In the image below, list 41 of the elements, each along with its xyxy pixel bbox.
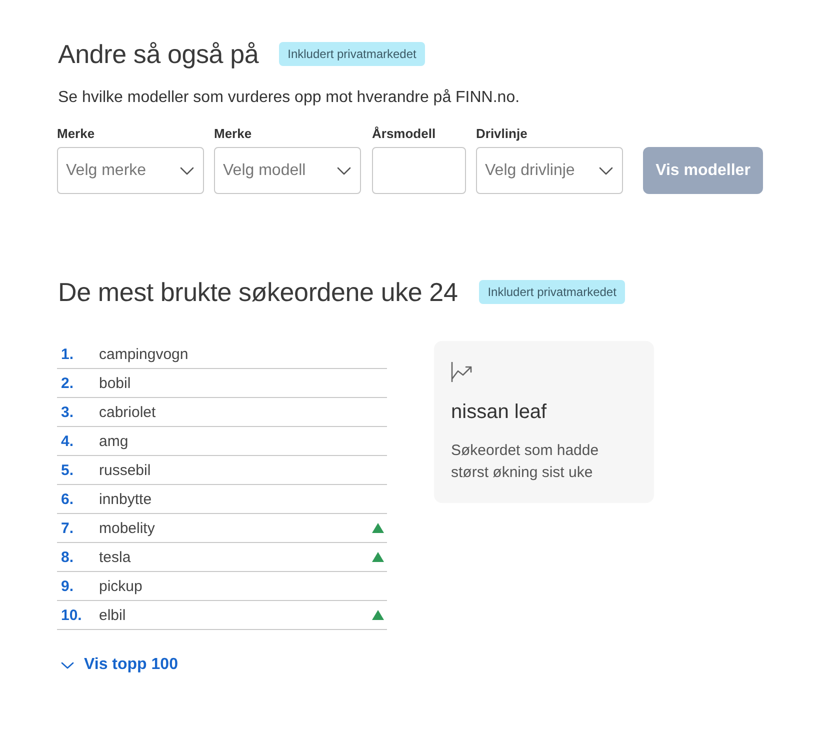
dropdown[interactable]: Velg modell [214, 147, 361, 194]
highlight-description: Søkeordet som hadde størst økning sist uke [451, 441, 600, 483]
input-field[interactable] [372, 147, 466, 194]
search-term-link[interactable]: pickup [99, 578, 387, 594]
trend-chart-icon [451, 362, 473, 382]
search-term-link[interactable]: campingvogn [99, 346, 387, 362]
search-term-link[interactable]: innbytte [99, 490, 387, 508]
rank-number: 2. [61, 374, 75, 392]
rank-number: 5. [61, 462, 75, 478]
search-term-link[interactable]: bobil [99, 374, 387, 392]
rank-number: 6. [61, 490, 75, 508]
chevron-down-icon [337, 166, 351, 174]
search-term-link[interactable]: mobelity [99, 520, 372, 536]
search-term-link[interactable]: russebil [99, 462, 387, 478]
field-label: Merke [57, 125, 96, 143]
chevron-down-icon [180, 166, 194, 174]
highlight-term: nissan leaf [451, 400, 548, 425]
search-term-link[interactable]: tesla [99, 548, 372, 566]
search-term-link[interactable]: amg [99, 432, 387, 450]
chevron-down-icon [61, 662, 74, 668]
field-label: Årsmodell [372, 125, 437, 143]
rank-number: 7. [61, 520, 75, 536]
rank-number: 10. [61, 606, 83, 624]
search-term-link[interactable]: elbil [99, 606, 372, 624]
dropdown[interactable]: Velg merke [57, 147, 204, 194]
rank-number: 3. [61, 404, 75, 420]
search-term-link[interactable]: cabriolet [99, 404, 387, 420]
badge: Inkludert privatmarkedet [278, 42, 426, 66]
section-title: Andre så også på [58, 38, 259, 70]
dropdown[interactable]: Velg drivlinje [476, 147, 623, 194]
rank-number: 9. [61, 578, 75, 594]
section-title: De mest brukte søkeordene uke 24 [58, 276, 458, 308]
rank-number: 8. [61, 548, 75, 566]
chevron-down-icon [599, 166, 613, 174]
field-label: Merke [214, 125, 253, 143]
show-top-100-link[interactable]: Vis topp 100 [61, 655, 178, 675]
rank-number: 4. [61, 432, 75, 450]
badge: Inkludert privatmarkedet [478, 280, 626, 304]
field-label: Drivlinje [476, 125, 528, 143]
rank-number: 1. [61, 346, 75, 362]
description: Se hvilke modeller som vurderes opp mot hverandre på FINN.no. [58, 88, 521, 108]
